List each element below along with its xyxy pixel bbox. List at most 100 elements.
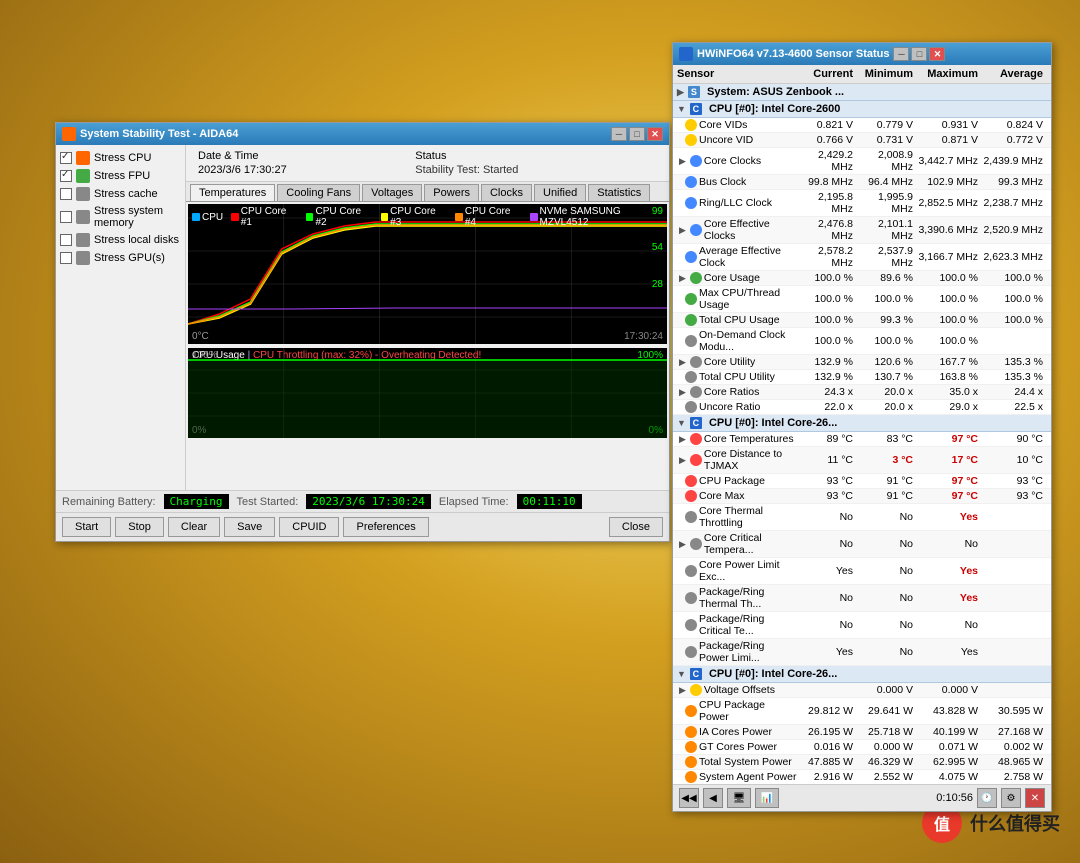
aida64-maximize-button[interactable]: □ bbox=[629, 127, 645, 141]
stress-fpu-checkbox[interactable] bbox=[60, 170, 72, 182]
hwinfo-time-value: 0:10:56 bbox=[936, 792, 973, 804]
max-cpu-usage-name: Max CPU/Thread Usage bbox=[699, 287, 797, 311]
sys-agent-pwr-name: System Agent Power bbox=[699, 771, 796, 783]
date-value: 2023/3/6 17:30:27 bbox=[194, 163, 411, 177]
cpuid-button[interactable]: CPUID bbox=[279, 517, 339, 537]
save-button[interactable]: Save bbox=[224, 517, 275, 537]
core-temps-expand[interactable]: ▶ bbox=[679, 434, 686, 445]
aida64-minimize-button[interactable]: ─ bbox=[611, 127, 627, 141]
total-cpu-usage-icon bbox=[685, 314, 697, 326]
tab-cooling-fans[interactable]: Cooling Fans bbox=[277, 184, 360, 201]
ia-cores-pwr-name: IA Cores Power bbox=[699, 726, 772, 738]
table-row: Ring/LLC Clock 2,195.8 MHz 1,995.9 MHz 2… bbox=[673, 190, 1051, 217]
core-critical-expand[interactable]: ▶ bbox=[679, 539, 686, 550]
pkg-ring-power-current: Yes bbox=[797, 646, 857, 658]
table-row: Bus Clock 99.8 MHz 96.4 MHz 102.9 MHz 99… bbox=[673, 175, 1051, 190]
stress-gpu-checkbox[interactable] bbox=[60, 252, 72, 264]
sidebar-item-stress-cache[interactable]: Stress cache bbox=[60, 185, 181, 203]
date-label: Date & Time bbox=[194, 149, 411, 163]
hwinfo-nav-prev[interactable]: ◀ bbox=[703, 788, 723, 808]
sidebar-item-stress-memory[interactable]: Stress system memory bbox=[60, 203, 181, 231]
core-utility-expand[interactable]: ▶ bbox=[679, 357, 686, 368]
core-usage-expand[interactable]: ▶ bbox=[679, 273, 686, 284]
stress-cache-checkbox[interactable] bbox=[60, 188, 72, 200]
aida64-buttons: Start Stop Clear Save CPUID Preferences … bbox=[56, 512, 669, 541]
stress-disks-checkbox[interactable] bbox=[60, 234, 72, 246]
preferences-button[interactable]: Preferences bbox=[343, 517, 428, 537]
stop-button[interactable]: Stop bbox=[115, 517, 164, 537]
tab-temperatures[interactable]: Temperatures bbox=[190, 184, 275, 201]
tab-clocks[interactable]: Clocks bbox=[481, 184, 532, 201]
tab-voltages[interactable]: Voltages bbox=[362, 184, 422, 201]
max-cpu-usage-current: 100.0 % bbox=[797, 293, 857, 305]
close-button[interactable]: Close bbox=[609, 517, 663, 537]
core-utility-name: Core Utility bbox=[704, 356, 755, 368]
core-dist-avg: 10 °C bbox=[982, 454, 1047, 466]
stress-cpu-checkbox[interactable] bbox=[60, 152, 72, 164]
avg-eff-clock-icon bbox=[685, 251, 697, 263]
sidebar-item-stress-cpu[interactable]: Stress CPU bbox=[60, 149, 181, 167]
table-row: Uncore Ratio 22.0 x 20.0 x 29.0 x 22.5 x bbox=[673, 400, 1051, 415]
hwinfo64-minimize-button[interactable]: ─ bbox=[893, 47, 909, 61]
aida64-tabs: Temperatures Cooling Fans Voltages Power… bbox=[186, 182, 669, 202]
pkg-ring-power-icon bbox=[685, 646, 697, 658]
tab-powers[interactable]: Powers bbox=[424, 184, 479, 201]
hwinfo-close-icon[interactable]: ✕ bbox=[1025, 788, 1045, 808]
sidebar-item-stress-disks[interactable]: Stress local disks bbox=[60, 231, 181, 249]
sidebar-item-stress-gpu[interactable]: Stress GPU(s) bbox=[60, 249, 181, 267]
eff-clocks-expand[interactable]: ▶ bbox=[679, 225, 686, 236]
core-vids-avg: 0.824 V bbox=[982, 119, 1047, 131]
hwinfo-screenshot-icon[interactable]: 🖥 bbox=[727, 788, 751, 808]
clear-button[interactable]: Clear bbox=[168, 517, 220, 537]
core-clocks-expand[interactable]: ▶ bbox=[679, 156, 686, 167]
section-system[interactable]: ▶ S System: ASUS Zenbook ... bbox=[673, 84, 1051, 101]
pkg-ring-critical-max: No bbox=[917, 619, 982, 631]
avg-eff-clock-avg: 2,623.3 MHz bbox=[982, 251, 1047, 263]
sidebar-item-stress-fpu[interactable]: Stress FPU bbox=[60, 167, 181, 185]
aida64-titlebar[interactable]: System Stability Test - AIDA64 ─ □ ✕ bbox=[56, 123, 669, 145]
hwinfo-clock-icon[interactable]: 🕐 bbox=[977, 788, 997, 808]
hwinfo64-maximize-button[interactable]: □ bbox=[911, 47, 927, 61]
table-row: On-Demand Clock Modu... 100.0 % 100.0 % … bbox=[673, 328, 1051, 355]
hwinfo64-column-headers: Sensor Current Minimum Maximum Average bbox=[673, 65, 1051, 84]
start-button[interactable]: Start bbox=[62, 517, 111, 537]
legend-cpu-text: CPU bbox=[202, 212, 223, 223]
total-cpu-utility-name: Total CPU Utility bbox=[699, 371, 775, 383]
table-row: Average Effective Clock 2,578.2 MHz 2,53… bbox=[673, 244, 1051, 271]
core-dist-max: 17 °C bbox=[917, 454, 982, 466]
bus-clock-name: Bus Clock bbox=[699, 176, 746, 188]
hwinfo64-scroll-area[interactable]: ▶ S System: ASUS Zenbook ... ▼ C CPU [#0… bbox=[673, 84, 1051, 784]
cpu-power-expand-arrow: ▼ bbox=[677, 669, 686, 679]
avg-eff-clock-current: 2,578.2 MHz bbox=[797, 245, 857, 269]
core-utility-min: 120.6 % bbox=[857, 356, 917, 368]
tab-unified[interactable]: Unified bbox=[534, 184, 586, 201]
core-ratios-expand[interactable]: ▶ bbox=[679, 387, 686, 398]
cpu-temp-toggle: C bbox=[690, 417, 702, 429]
core-dist-expand[interactable]: ▶ bbox=[679, 455, 686, 466]
ia-cores-pwr-max: 40.199 W bbox=[917, 726, 982, 738]
core-max-name: Core Max bbox=[699, 490, 745, 502]
ondemand-clock-icon bbox=[685, 335, 697, 347]
test-started-value: 2023/3/6 17:30:24 bbox=[306, 494, 431, 509]
hwinfo-chart-icon[interactable]: 📊 bbox=[755, 788, 779, 808]
core-usage-current: 100.0 % bbox=[797, 272, 857, 284]
hwinfo64-titlebar[interactable]: HWiNFO64 v7.13-4600 Sensor Status ─ □ ✕ bbox=[673, 43, 1051, 65]
core-clocks-icon bbox=[690, 155, 702, 167]
section-cpu-power[interactable]: ▼ C CPU [#0]: Intel Core-26... bbox=[673, 666, 1051, 683]
stress-memory-checkbox[interactable] bbox=[60, 211, 72, 223]
ring-clock-icon bbox=[685, 197, 697, 209]
total-sys-pwr-min: 46.329 W bbox=[857, 756, 917, 768]
hwinfo64-close-button[interactable]: ✕ bbox=[929, 47, 945, 61]
hwinfo-settings-icon[interactable]: ⚙ bbox=[1001, 788, 1021, 808]
legend-nvme-text: NVMe SAMSUNG MZVL4512 bbox=[540, 206, 667, 228]
bus-clock-icon bbox=[685, 176, 697, 188]
battery-label: Remaining Battery: bbox=[62, 496, 156, 508]
core-clocks-min: 2,008.9 MHz bbox=[857, 149, 917, 173]
hwinfo-nav-prev-prev[interactable]: ◀◀ bbox=[679, 788, 699, 808]
tab-statistics[interactable]: Statistics bbox=[588, 184, 650, 201]
aida64-close-button[interactable]: ✕ bbox=[647, 127, 663, 141]
volt-offsets-expand[interactable]: ▶ bbox=[679, 685, 686, 696]
section-cpu-temp[interactable]: ▼ C CPU [#0]: Intel Core-26... bbox=[673, 415, 1051, 432]
section-cpu-main[interactable]: ▼ C CPU [#0]: Intel Core-2600 bbox=[673, 101, 1051, 118]
elapsed-value: 00:11:10 bbox=[517, 494, 582, 509]
